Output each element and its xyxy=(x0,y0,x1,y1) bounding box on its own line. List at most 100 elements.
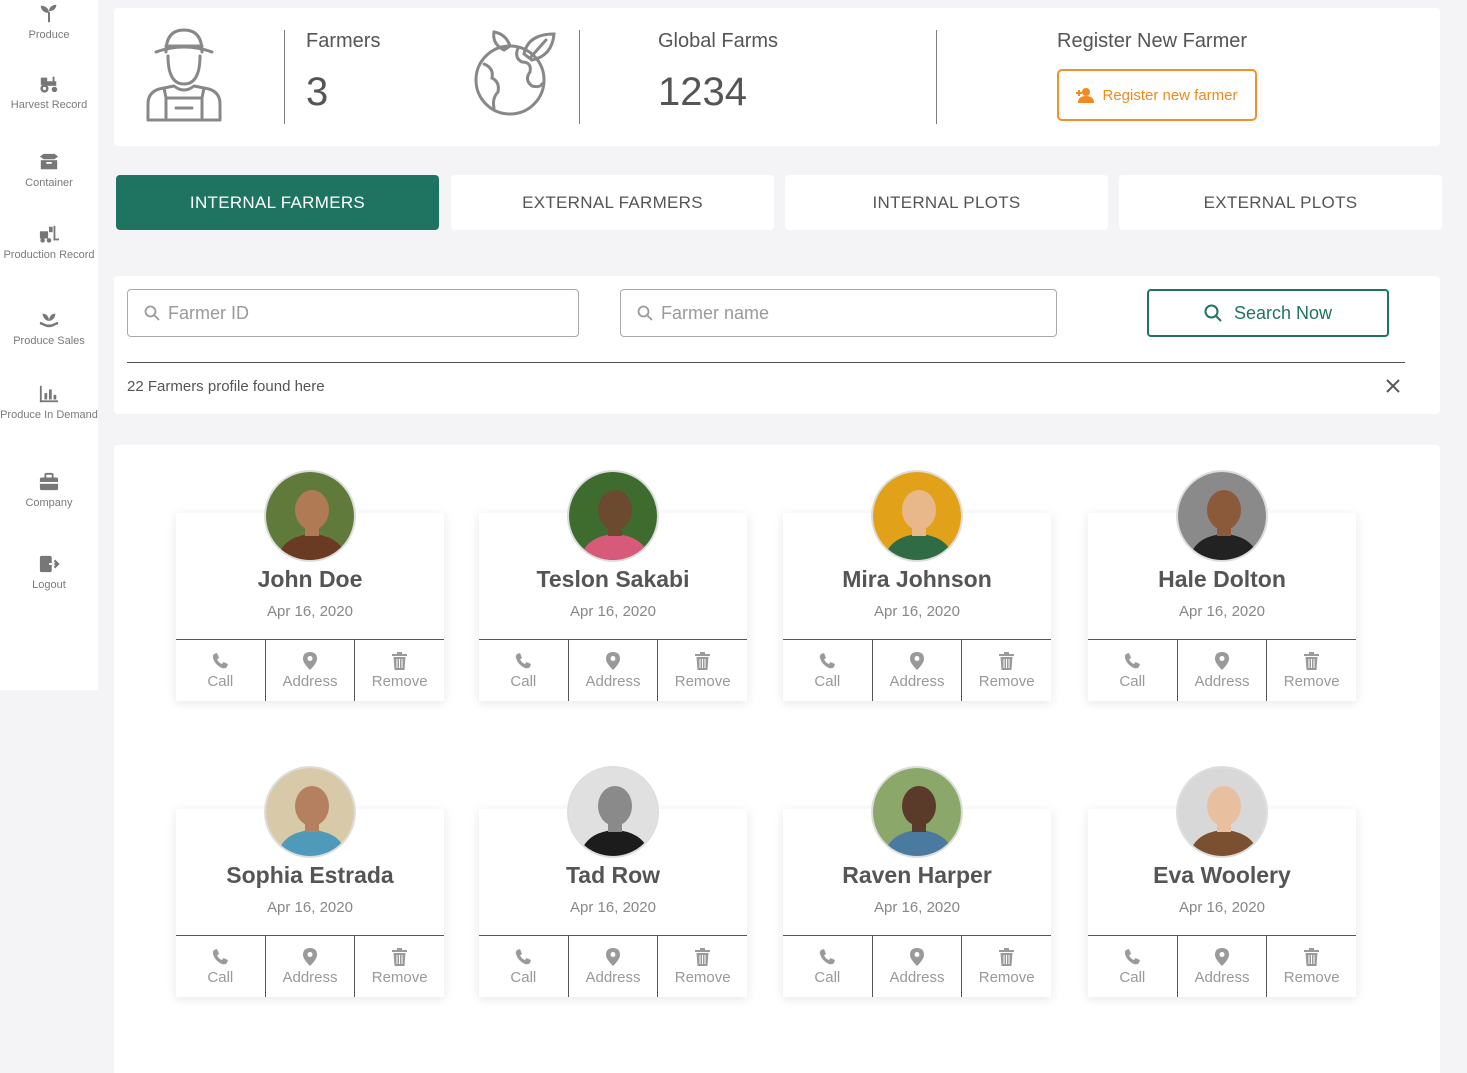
remove-button[interactable]: Remove xyxy=(961,936,1051,997)
remove-button[interactable]: Remove xyxy=(961,640,1051,701)
farmer-card: Teslon Sakabi Apr 16, 2020 Call Address Remo… xyxy=(479,470,747,701)
sidebar-item-label: Produce xyxy=(28,29,70,41)
remove-label: Remove xyxy=(674,672,731,690)
farmer-id-field[interactable] xyxy=(127,289,579,337)
close-icon[interactable] xyxy=(1385,378,1401,394)
call-button[interactable]: Call xyxy=(176,640,265,701)
sidebar-item-company[interactable]: Company xyxy=(0,472,98,510)
avatar-photo xyxy=(873,472,961,560)
remove-button[interactable]: Remove xyxy=(657,640,747,701)
plant-hand-icon xyxy=(39,313,59,328)
sidebar-item-container[interactable]: Container xyxy=(0,152,98,190)
tab-internal-farmers[interactable]: INTERNAL FARMERS xyxy=(116,175,439,230)
tab-external-plots[interactable]: EXTERNAL PLOTS xyxy=(1119,175,1442,230)
farmer-icon xyxy=(146,28,222,122)
sidebar-item-label: Company xyxy=(25,497,73,509)
address-button[interactable]: Address xyxy=(567,640,658,701)
address-button[interactable]: Address xyxy=(264,936,355,997)
divider xyxy=(127,362,1405,363)
search-button-label: Search Now xyxy=(1233,302,1333,323)
avatar-photo xyxy=(569,472,657,560)
search-panel: Search Now 22 Farmers profile found here xyxy=(114,276,1440,414)
farmer-actions: Call Address Remove xyxy=(479,935,747,997)
farmer-actions: Call Address Remove xyxy=(176,639,444,701)
address-label: Address xyxy=(282,672,338,690)
avatar xyxy=(1176,470,1268,562)
farmer-name: Mira Johnson xyxy=(842,566,992,592)
remove-button[interactable]: Remove xyxy=(657,936,747,997)
address-button[interactable]: Address xyxy=(1176,640,1267,701)
call-button[interactable]: Call xyxy=(479,640,568,701)
divider xyxy=(579,30,580,124)
stats-header: Farmers 3 Global Farms 1234 Register New… xyxy=(114,8,1440,146)
sidebar-item-produce-sales[interactable]: Produce Sales xyxy=(0,310,98,348)
register-farmer-button[interactable]: Register new farmer xyxy=(1057,69,1257,121)
remove-button[interactable]: Remove xyxy=(1266,936,1356,997)
call-button[interactable]: Call xyxy=(783,936,872,997)
farmers-label: Farmers xyxy=(306,30,381,52)
trash-icon xyxy=(1304,947,1320,966)
address-label: Address xyxy=(282,968,338,986)
location-pin-icon xyxy=(303,947,317,966)
farmer-date: Apr 16, 2020 xyxy=(267,603,353,620)
address-label: Address xyxy=(1194,672,1250,690)
farmer-actions: Call Address Remove xyxy=(783,639,1051,701)
location-pin-icon xyxy=(1215,947,1229,966)
tab-external-farmers[interactable]: EXTERNAL FARMERS xyxy=(451,175,774,230)
remove-button[interactable]: Remove xyxy=(1266,640,1356,701)
farmer-name: Tad Row xyxy=(565,862,661,888)
address-button[interactable]: Address xyxy=(871,640,962,701)
address-button[interactable]: Address xyxy=(567,936,658,997)
avatar xyxy=(567,470,659,562)
call-button[interactable]: Call xyxy=(1088,936,1177,997)
phone-icon xyxy=(213,652,229,668)
search-now-button[interactable]: Search Now xyxy=(1147,289,1389,337)
sidebar-item-produce-in-demand[interactable]: Produce In Demand xyxy=(0,384,98,422)
address-button[interactable]: Address xyxy=(264,640,355,701)
phone-icon xyxy=(1125,948,1141,964)
farmer-name: Hale Dolton xyxy=(1158,566,1286,592)
sidebar-item-label: Container xyxy=(25,177,73,189)
address-button[interactable]: Address xyxy=(871,936,962,997)
sidebar-item-logout[interactable]: Logout xyxy=(0,554,98,592)
farmer-name-input[interactable] xyxy=(661,302,1018,324)
sidebar-item-label: Produce In Demand xyxy=(0,409,98,421)
call-button[interactable]: Call xyxy=(479,936,568,997)
farmer-card: Tad Row Apr 16, 2020 Call Address Remove xyxy=(479,766,747,997)
call-button[interactable]: Call xyxy=(176,936,265,997)
globe-leaf-icon xyxy=(474,30,556,116)
call-label: Call xyxy=(814,672,841,690)
call-button[interactable]: Call xyxy=(1088,640,1177,701)
sidebar-item-production-record[interactable]: Production Record xyxy=(0,224,98,262)
address-button[interactable]: Address xyxy=(1176,936,1267,997)
phone-icon xyxy=(1125,652,1141,668)
farmer-name-field[interactable] xyxy=(620,289,1057,337)
search-icon xyxy=(637,305,653,321)
call-label: Call xyxy=(207,672,234,690)
sidebar-item-label: Harvest Record xyxy=(10,99,88,111)
farmer-date: Apr 16, 2020 xyxy=(570,899,656,916)
bar-chart-icon xyxy=(39,385,59,403)
remove-button[interactable]: Remove xyxy=(354,936,444,997)
avatar-photo xyxy=(266,768,354,856)
farmer-id-input[interactable] xyxy=(168,302,537,324)
search-icon xyxy=(144,305,160,321)
remove-label: Remove xyxy=(674,968,731,986)
farmer-date: Apr 16, 2020 xyxy=(874,899,960,916)
avatar xyxy=(264,766,356,858)
sidebar-item-produce[interactable]: Produce xyxy=(0,2,98,42)
avatar-photo xyxy=(266,472,354,560)
sidebar-item-harvest-record[interactable]: Harvest Record xyxy=(0,74,98,112)
address-label: Address xyxy=(585,672,641,690)
remove-button[interactable]: Remove xyxy=(354,640,444,701)
farmer-actions: Call Address Remove xyxy=(1088,935,1356,997)
trash-icon xyxy=(1304,651,1320,670)
phone-icon xyxy=(213,948,229,964)
call-button[interactable]: Call xyxy=(783,640,872,701)
location-pin-icon xyxy=(606,651,620,670)
farmer-actions: Call Address Remove xyxy=(176,935,444,997)
phone-icon xyxy=(820,948,836,964)
farmer-actions: Call Address Remove xyxy=(479,639,747,701)
tab-internal-plots[interactable]: INTERNAL PLOTS xyxy=(785,175,1108,230)
results-count: 22 Farmers profile found here xyxy=(127,378,325,395)
